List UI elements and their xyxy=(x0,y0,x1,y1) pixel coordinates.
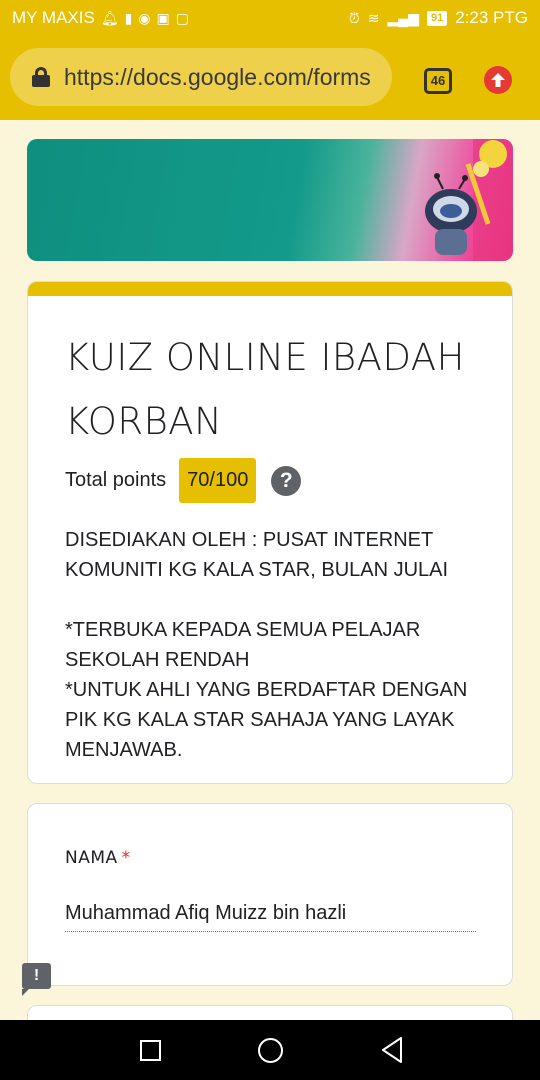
facebook-icon: ▣ xyxy=(156,10,170,26)
description-line: *UNTUK AHLI YANG BERDAFTAR DENGAN PIK KG… xyxy=(65,679,468,761)
report-feedback-icon[interactable]: ! xyxy=(22,963,51,996)
answer-underline xyxy=(65,931,476,932)
question-card-nama: NAMA * Muhammad Afiq Muizz bin hazli xyxy=(27,803,513,986)
description-line: DISEDIAKAN OLEH : PUSAT INTERNET KOMUNIT… xyxy=(65,529,449,581)
clock: 2:23 PTG xyxy=(455,8,528,27)
upload-arrow-icon[interactable] xyxy=(484,66,512,94)
recent-apps-button[interactable] xyxy=(140,1040,161,1061)
lock-icon xyxy=(32,67,50,87)
form-header-banner xyxy=(27,139,513,261)
navigation-bar xyxy=(0,1020,540,1080)
question-label-text: NAMA xyxy=(65,848,118,868)
browser-toolbar: https://docs.google.com/forms 46 xyxy=(0,36,540,120)
signal-icon: ▂▄▆ xyxy=(387,10,419,26)
total-points-row: Total points 70/100 ? xyxy=(28,458,512,503)
home-button[interactable] xyxy=(258,1038,283,1063)
chrome-icon: ◉ xyxy=(138,10,151,26)
wifi-icon: ≋ xyxy=(367,10,380,26)
score-badge: 70/100 xyxy=(179,458,257,503)
description-line: *TERBUKA KEPADA SEMUA PELAJAR SEKOLAH RE… xyxy=(65,619,421,671)
alarm-icon: ⏰︎ xyxy=(348,10,360,26)
carrier-name: MY MAXIS xyxy=(12,8,95,27)
required-asterisk: * xyxy=(121,848,131,868)
form-description: DISEDIAKAN OLEH : PUSAT INTERNET KOMUNIT… xyxy=(28,503,512,765)
form-title-card: KUIZ ONLINE IBADAH KORBAN Total points 7… xyxy=(27,281,513,784)
address-bar[interactable]: https://docs.google.com/forms xyxy=(10,48,392,106)
question-label: NAMA * xyxy=(65,848,131,868)
alert-icon: ▮ xyxy=(124,10,133,26)
form-title: KUIZ ONLINE IBADAH KORBAN xyxy=(65,336,465,443)
tab-switcher-button[interactable]: 46 xyxy=(424,68,452,94)
back-button[interactable] xyxy=(380,1036,404,1064)
notification-bell-icon: 🔔︎ xyxy=(100,10,119,26)
robot-illustration xyxy=(425,139,513,261)
url-text: https://docs.google.com/forms xyxy=(64,63,371,90)
theme-strip xyxy=(28,282,512,296)
answer-text: Muhammad Afiq Muizz bin hazli xyxy=(65,902,347,924)
status-bar: MY MAXIS 🔔︎ ▮ ◉ ▣ ▢ ⏰︎ ≋ ▂▄▆ 91 2:23 PTG xyxy=(0,0,540,36)
help-icon[interactable]: ? xyxy=(271,465,302,496)
battery-icon: 91 xyxy=(426,10,448,26)
app-notification-icon: ▢ xyxy=(175,10,190,26)
total-points-label: Total points xyxy=(65,469,167,491)
